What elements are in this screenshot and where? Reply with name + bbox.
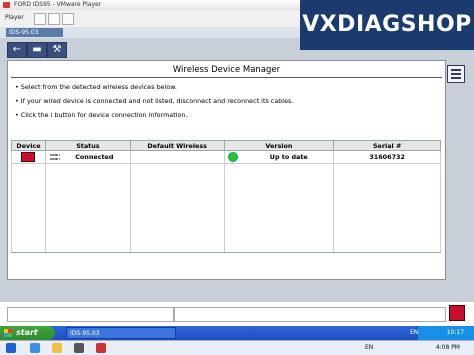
host-clock: 4:08 PM (435, 344, 460, 351)
table-row (11, 163, 441, 186)
host-taskbar: EN 4:08 PM (0, 340, 474, 355)
system-tray: 10:17 (417, 326, 474, 340)
version-cell: Up to date (223, 150, 335, 164)
vcm-device-icon (21, 152, 36, 162)
list-menu-icon[interactable] (447, 65, 465, 83)
panel-title: Wireless Device Manager (172, 65, 281, 75)
vcm-device-icon[interactable]: ▬ (27, 42, 47, 58)
windows-start-icon[interactable] (6, 343, 16, 353)
status-text: Connected (75, 153, 114, 161)
host-language-indicator[interactable]: EN (365, 344, 373, 351)
vxdiagshop-watermark: VXDIAGSHOP (300, 0, 474, 50)
vm-taskbar: start IDS-95.03 10:17 (0, 326, 474, 340)
table-row[interactable]: Connected Up to date 31606732 (11, 150, 441, 164)
column-header-serial: Serial # (333, 140, 441, 151)
vmware-icon[interactable] (96, 343, 106, 353)
device-cell (11, 150, 46, 164)
media-icon[interactable] (74, 343, 84, 353)
column-header-status: Status (44, 140, 131, 151)
send-ctrl-alt-del-icon[interactable] (48, 13, 60, 25)
status-ok-icon (227, 152, 238, 162)
column-header-device: Device (11, 140, 46, 151)
folder-icon[interactable] (52, 343, 62, 353)
vcm-device-icon[interactable] (449, 305, 465, 321)
default-wireless-cell[interactable] (129, 150, 225, 164)
window-title: FORD IDS95 - VMware Player (14, 1, 102, 8)
divider (11, 77, 442, 78)
start-button[interactable]: start (0, 326, 55, 340)
status-field-left (7, 307, 174, 322)
start-label: start (16, 328, 38, 337)
table-row (11, 208, 441, 230)
device-table: Device Status Default Wireless Version S… (11, 140, 441, 253)
fullscreen-icon[interactable] (62, 13, 74, 25)
version-text: Up to date (269, 153, 308, 161)
taskbar-item-ids[interactable]: IDS-95.03 (66, 327, 176, 339)
app-icon (3, 2, 10, 8)
table-row (11, 186, 441, 208)
status-cell: Connected (44, 150, 131, 164)
status-field-right (174, 307, 446, 322)
column-header-default-wireless: Default Wireless (129, 140, 225, 151)
wireless-device-manager-panel: Wireless Device Manager • Select from th… (7, 60, 446, 280)
instruction-line: • Select from the detected wireless devi… (15, 83, 177, 91)
column-header-version: Version (223, 140, 335, 151)
serial-cell: 31606732 (333, 150, 441, 164)
tray-clock: 10:17 (446, 329, 464, 336)
usb-cable-icon (49, 154, 60, 160)
tools-icon[interactable]: ⚒ (47, 42, 67, 58)
pause-icon[interactable] (34, 13, 46, 25)
windows-logo-icon (4, 329, 12, 337)
table-row (11, 230, 441, 253)
table-header-row: Device Status Default Wireless Version S… (11, 140, 441, 151)
instruction-line: • Click the i button for device connecti… (15, 111, 188, 119)
language-indicator[interactable]: EN (410, 329, 418, 336)
back-arrow-icon[interactable]: ← (7, 42, 27, 58)
tab-ids[interactable]: IDS-95.03 (6, 28, 63, 37)
player-menu-button[interactable]: Player (2, 12, 27, 23)
ie-icon[interactable] (30, 343, 40, 353)
instruction-line: • If your wired device is connected and … (15, 97, 294, 105)
